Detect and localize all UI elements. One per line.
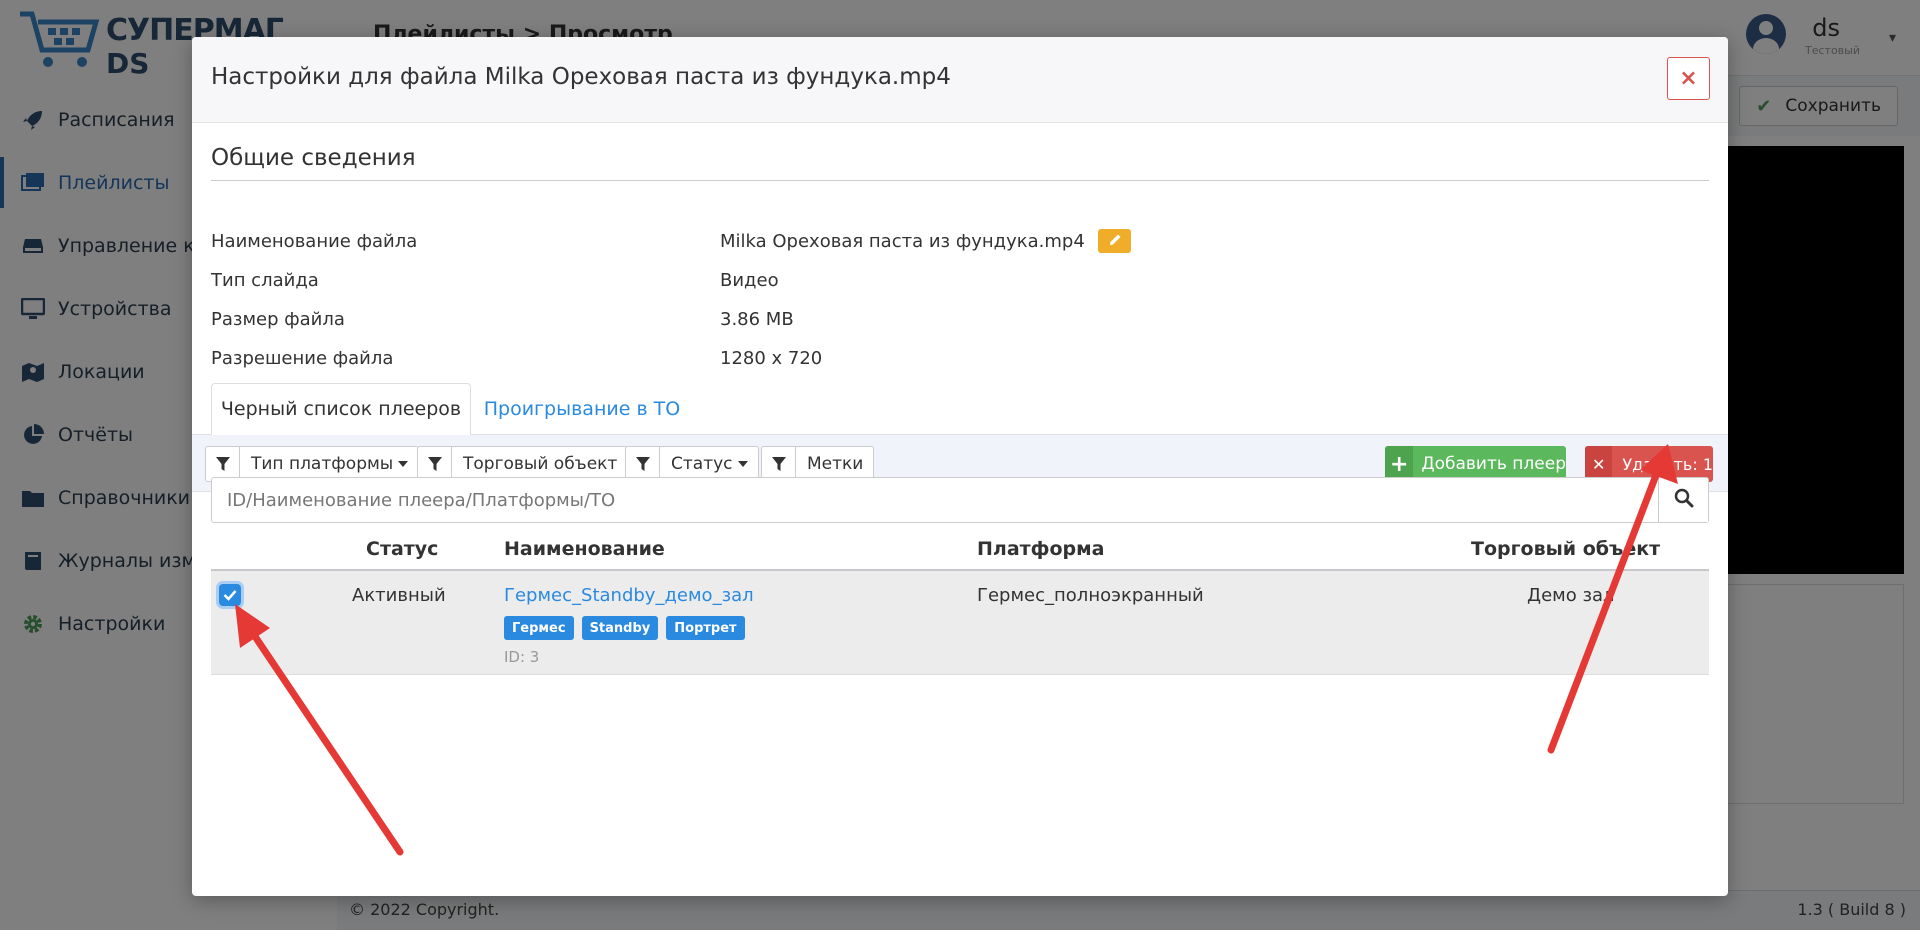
chevron-down-icon — [398, 461, 409, 467]
divider — [211, 180, 1709, 181]
info-row-file-size: Размер файла 3.86 MB — [211, 305, 1611, 335]
info-label: Наименование файла — [211, 231, 418, 252]
check-icon — [223, 590, 237, 601]
add-player-label: Добавить плеер — [1421, 454, 1566, 474]
search-box — [211, 477, 1709, 523]
info-value: 1280 x 720 — [720, 348, 823, 369]
filter-icon — [418, 447, 452, 481]
tab-playback-in-stores[interactable]: Проигрывание в ТО — [482, 383, 682, 435]
tag-badge: Гермес — [504, 616, 574, 640]
search-input[interactable] — [212, 478, 1660, 522]
delete-selected-label: Удалить: 1 — [1622, 454, 1713, 474]
column-header-store[interactable]: Торговый объект — [1471, 538, 1660, 560]
info-value: Видео — [720, 270, 779, 291]
player-tags: Гермес Standby Портрет — [504, 616, 753, 640]
player-id: ID: 3 — [504, 648, 540, 666]
tag-badge: Портрет — [666, 616, 745, 640]
player-name-link[interactable]: Гермес_Standby_демо_зал — [504, 585, 754, 606]
close-button[interactable]: × — [1667, 57, 1710, 100]
column-header-name[interactable]: Наименование — [504, 538, 665, 560]
filter-label: Метки — [807, 454, 864, 474]
pencil-icon — [1108, 231, 1122, 252]
modal-header: Настройки для файла Milka Ореховая паста… — [192, 37, 1728, 123]
info-row-filename: Наименование файла Milka Ореховая паста … — [211, 227, 1611, 257]
column-header-status[interactable]: Статус — [366, 538, 438, 560]
table-row[interactable]: Активный Гермес_Standby_демо_зал Гермес … — [211, 571, 1709, 675]
info-label: Разрешение файла — [211, 348, 394, 369]
row-checkbox[interactable] — [219, 584, 241, 606]
filter-label: Тип платформы — [251, 454, 394, 474]
filter-label: Статус — [671, 454, 733, 474]
filter-icon — [206, 447, 240, 481]
info-value: 3.86 MB — [720, 309, 794, 330]
section-title: Общие сведения — [211, 145, 416, 171]
filter-label: Торговый объект — [463, 454, 618, 474]
filter-icon — [762, 447, 796, 481]
search-button[interactable] — [1658, 478, 1708, 522]
info-row-resolution: Разрешение файла 1280 x 720 — [211, 344, 1611, 374]
status-cell: Активный — [352, 585, 446, 606]
players-table: Статус Наименование Платформа Торговый о… — [211, 533, 1709, 675]
info-label: Тип слайда — [211, 270, 319, 291]
file-settings-modal: Настройки для файла Milka Ореховая паста… — [192, 37, 1728, 896]
table-header: Статус Наименование Платформа Торговый о… — [211, 533, 1709, 571]
tab-player-blacklist[interactable]: Черный список плееров — [211, 383, 471, 435]
search-icon — [1674, 488, 1694, 512]
platform-cell: Гермес_полноэкранный — [977, 585, 1204, 606]
modal-title: Настройки для файла Milka Ореховая паста… — [211, 64, 951, 90]
info-value: Milka Ореховая паста из фундука.mp4 — [720, 231, 1085, 252]
close-icon: × — [1679, 66, 1698, 91]
tag-badge: Standby — [581, 616, 659, 640]
filter-icon — [626, 447, 660, 481]
store-cell: Демо зал — [1527, 585, 1615, 606]
chevron-down-icon — [737, 461, 748, 467]
info-label: Размер файла — [211, 309, 345, 330]
info-row-slide-type: Тип слайда Видео — [211, 266, 1611, 296]
column-header-platform[interactable]: Платформа — [977, 538, 1105, 560]
edit-filename-button[interactable] — [1098, 229, 1131, 253]
